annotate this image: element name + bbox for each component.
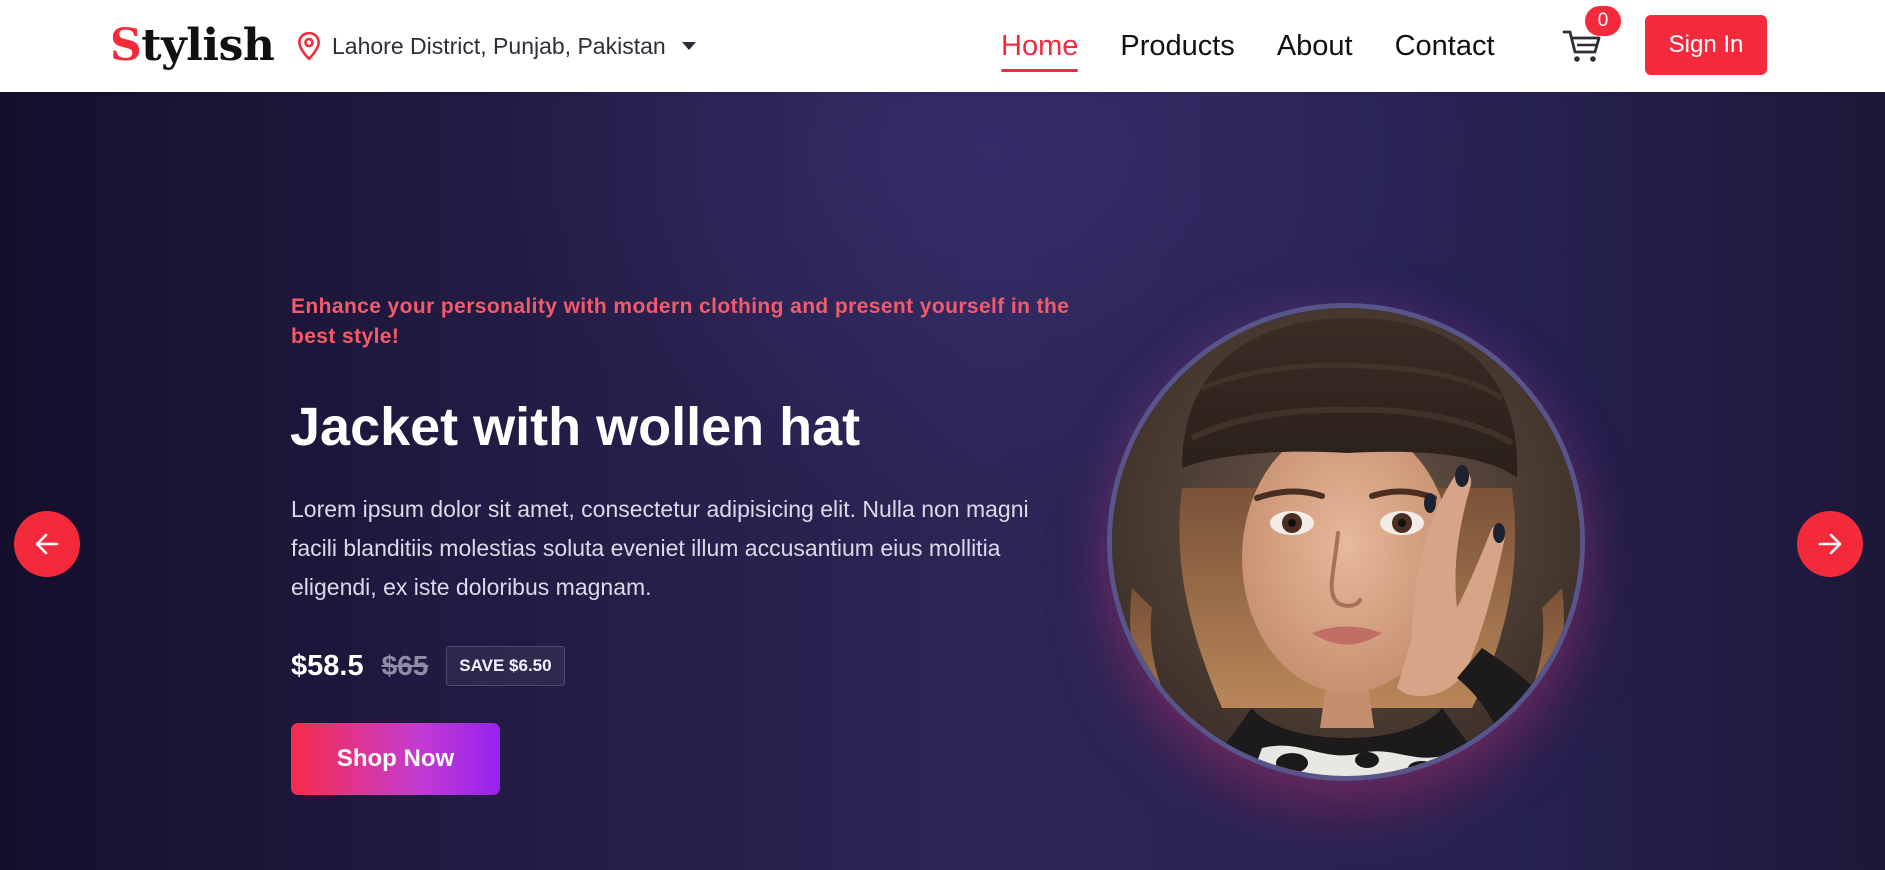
location-text: Lahore District, Punjab, Pakistan	[332, 32, 666, 59]
nav-contact[interactable]: Contact	[1395, 24, 1495, 68]
main-nav: Home Products About Contact	[1001, 24, 1495, 72]
logo-first-letter: S	[110, 20, 142, 71]
cart-count-badge: 0	[1585, 6, 1621, 36]
shop-now-button[interactable]: Shop Now	[291, 723, 500, 795]
nav-products[interactable]: Products	[1120, 24, 1234, 68]
arrow-left-icon	[35, 533, 59, 555]
site-header: Stylish Lahore District, Punjab, Pakista…	[0, 0, 1885, 92]
nav-about[interactable]: About	[1277, 24, 1353, 68]
price-row: $58.5 $65 SAVE $6.50	[291, 646, 565, 686]
sign-in-button[interactable]: Sign In	[1645, 15, 1767, 75]
logo-rest: tylish	[141, 20, 275, 71]
next-slide-button[interactable]	[1797, 511, 1863, 577]
original-price: $65	[381, 650, 429, 681]
previous-slide-button[interactable]	[14, 511, 80, 577]
hero-tagline: Enhance your personality with modern clo…	[291, 295, 1070, 348]
save-badge: SAVE $6.50	[446, 646, 565, 686]
hero-title: Jacket with wollen hat	[290, 397, 861, 457]
arrow-right-icon	[1818, 533, 1842, 555]
location-selector[interactable]: Lahore District, Punjab, Pakistan	[296, 28, 696, 64]
hero-slider: Enhance your personality with modern clo…	[0, 92, 1885, 870]
current-price: $58.5	[291, 649, 364, 682]
woman-portrait-image	[1112, 308, 1580, 776]
hero-product-image	[1107, 303, 1585, 781]
logo[interactable]: Stylish	[110, 18, 275, 74]
location-pin-icon	[298, 31, 320, 61]
hero-description: Lorem ipsum dolor sit amet, consectetur …	[291, 496, 1029, 600]
nav-home[interactable]: Home	[1001, 24, 1079, 72]
caret-down-icon	[681, 42, 696, 50]
